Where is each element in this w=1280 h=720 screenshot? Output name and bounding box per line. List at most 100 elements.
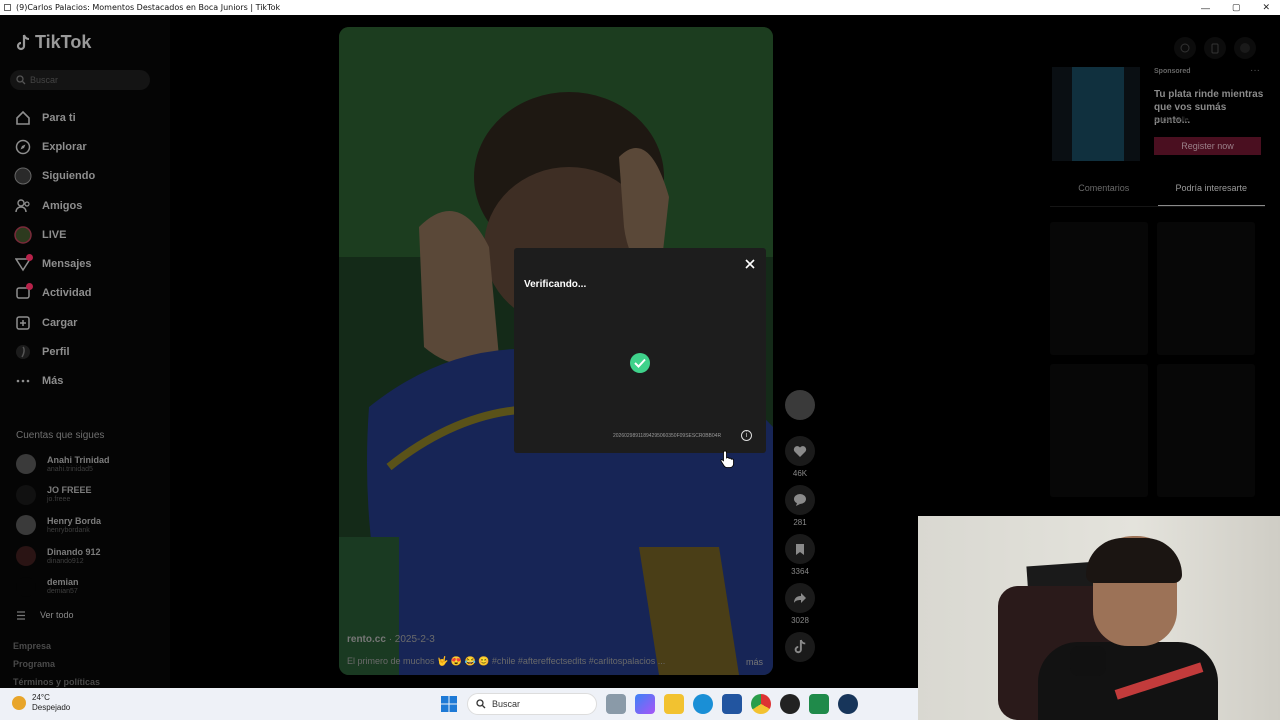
nav-item-explorar[interactable]: Explorar [13,132,163,161]
right-panel-tabs: Comentarios Podría interesarte [1050,183,1265,207]
share-icon [785,583,815,613]
main-nav: Para ti Explorar Siguiendo Amigos LIVE M… [13,103,163,396]
weather-temp: 24°C [32,693,50,702]
info-icon[interactable]: i [741,430,752,441]
like-action[interactable]: 46K [784,436,816,478]
more-icon [13,371,33,391]
tab-comentarios[interactable]: Comentarios [1050,183,1158,206]
comment-action[interactable]: 281 [784,485,816,527]
steam-icon[interactable] [838,694,858,714]
maximize-button[interactable]: ▢ [1232,2,1241,13]
bookmark-icon [785,534,815,564]
taskbar-search[interactable]: Buscar [467,693,597,715]
search-input[interactable]: Buscar [10,70,150,90]
video-author[interactable]: rento.cc [347,634,386,645]
tiktok-note-icon [16,34,30,50]
excel-icon[interactable] [809,694,829,714]
suggested-video-placeholder[interactable] [1050,222,1148,355]
edge-icon[interactable] [693,694,713,714]
header-right-controls [1174,37,1256,59]
suggested-video-placeholder[interactable] [1157,222,1255,355]
nav-item-cargar[interactable]: Cargar [13,308,163,337]
sidebar-footer: Empresa Programa Términos y políticas [13,637,100,691]
following-icon [13,166,33,186]
profile-icon [13,342,33,362]
footer-link[interactable]: Programa [13,655,100,673]
nav-item-para-ti[interactable]: Para ti [13,103,163,132]
tab-podria-interesarte[interactable]: Podría interesarte [1157,183,1265,206]
file-explorer-icon[interactable] [664,694,684,714]
live-icon [13,225,33,245]
windows-start-icon[interactable] [440,695,458,713]
profile-icon[interactable] [1234,37,1256,59]
following-account[interactable]: JO FREEE jo.freee [16,480,166,511]
share-count: 3028 [791,616,809,625]
comment-count: 281 [793,518,807,527]
brand-name: TikTok [35,32,92,52]
messages-icon [13,254,33,274]
tiktok-app-icon[interactable] [780,694,800,714]
nav-label: Explorar [42,140,87,153]
nav-label: LIVE [42,228,67,241]
see-all-link[interactable]: Ver todo [16,610,74,620]
ad-thumbnail [1052,67,1140,161]
streamer-hair [1086,538,1182,583]
following-account[interactable]: Dinando 912 dinando912 [16,541,166,572]
share-action[interactable]: 3028 [784,583,816,625]
heart-icon [785,436,815,466]
account-handle: jo.freee [47,496,71,504]
nav-label: Mensajes [42,258,92,271]
ad-options-icon[interactable]: ··· [1250,65,1260,76]
widgets-icon[interactable] [606,694,626,714]
save-count: 3364 [791,567,809,576]
nav-item-amigos[interactable]: Amigos [13,191,163,220]
following-account[interactable]: Anahi Trinidad anahi.trinidad5 [16,449,166,480]
close-window-button[interactable]: ✕ [1262,2,1270,13]
tiktok-favicon-icon [4,4,11,11]
nav-label: Perfil [42,346,70,359]
following-account[interactable]: Henry Borda henrybordank [16,510,166,541]
avatar [16,576,36,597]
suggested-video-placeholder[interactable] [1157,364,1255,497]
caption-more-link[interactable]: más [746,657,763,667]
tiktok-logo[interactable]: TikTok [15,32,91,53]
nav-item-siguiendo[interactable]: Siguiendo [13,162,163,191]
nav-item-actividad[interactable]: Actividad [13,279,163,308]
hand-cursor-icon [720,450,734,468]
avatar [16,515,36,536]
account-handle: henrybordank [47,526,90,534]
nav-item-mas[interactable]: Más [13,367,163,396]
suggested-video-placeholder[interactable] [1050,364,1148,497]
following-section-title: Cuentas que sigues [16,430,105,441]
weather-widget[interactable]: 24°C Despejado [12,693,70,713]
nav-label: Para ti [42,111,76,124]
minimize-button[interactable]: — [1201,3,1210,13]
sponsored-ad[interactable]: Sponsored ··· Tu plata rinde mientras qu… [1052,65,1264,163]
register-now-button[interactable]: Register now [1154,137,1261,155]
sound-disc[interactable] [784,632,816,662]
chrome-icon[interactable] [751,694,771,714]
store-icon[interactable] [722,694,742,714]
friends-icon [13,196,33,216]
account-name: JO FREEE [47,485,92,496]
device-icon[interactable] [1204,37,1226,59]
nav-item-mensajes[interactable]: Mensajes [13,249,163,278]
copilot-icon[interactable] [635,694,655,714]
list-icon [17,610,25,620]
upload-icon [13,313,33,333]
save-action[interactable]: 3364 [784,534,816,576]
following-account[interactable]: demian demian57 [16,571,166,602]
nav-item-live[interactable]: LIVE [13,220,163,249]
account-name: Henry Borda [47,515,102,526]
creator-avatar[interactable] [784,390,816,420]
nav-item-perfil[interactable]: Perfil [13,337,163,366]
suggested-grid [1050,222,1255,497]
close-icon[interactable] [744,258,756,270]
notification-badge [26,254,33,262]
sponsored-label: Sponsored [1154,68,1191,75]
avatar [16,484,36,505]
comment-icon [785,485,815,515]
footer-link[interactable]: Empresa [13,637,100,655]
compass-icon[interactable] [1174,37,1196,59]
see-all-label: Ver todo [40,610,74,620]
